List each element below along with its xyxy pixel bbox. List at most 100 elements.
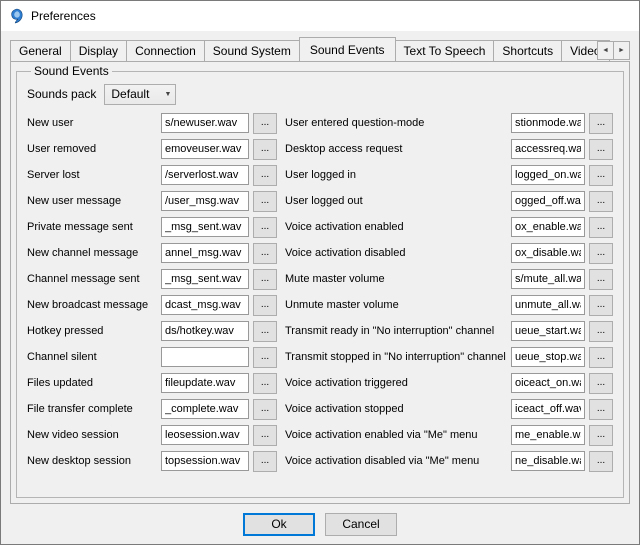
- browse-button[interactable]: ...: [253, 165, 277, 186]
- browse-button[interactable]: ...: [589, 347, 613, 368]
- browse-button[interactable]: ...: [589, 243, 613, 264]
- sound-file-input[interactable]: [511, 243, 585, 263]
- tab-scroll-left-button[interactable]: ◄: [597, 41, 614, 60]
- sound-event-label: New user message: [27, 195, 157, 207]
- sound-event-row: New channel message...: [27, 240, 277, 266]
- tab-general[interactable]: General: [10, 40, 71, 61]
- browse-button[interactable]: ...: [253, 295, 277, 316]
- chevron-down-icon: ▼: [164, 91, 171, 98]
- sound-event-row: New user...: [27, 110, 277, 136]
- sound-file-input[interactable]: [161, 217, 249, 237]
- sound-event-row: Voice activation enabled via "Me" menu..…: [285, 422, 613, 448]
- sound-file-input[interactable]: [511, 217, 585, 237]
- sound-event-row: Voice activation triggered...: [285, 370, 613, 396]
- browse-button[interactable]: ...: [589, 321, 613, 342]
- tab-connection[interactable]: Connection: [126, 40, 205, 61]
- sound-file-input[interactable]: [161, 269, 249, 289]
- sound-file-input[interactable]: [161, 373, 249, 393]
- browse-button[interactable]: ...: [253, 217, 277, 238]
- browse-button[interactable]: ...: [589, 113, 613, 134]
- window-title: Preferences: [31, 9, 96, 23]
- sound-file-input[interactable]: [161, 451, 249, 471]
- sound-event-row: Transmit stopped in "No interruption" ch…: [285, 344, 613, 370]
- sound-file-input[interactable]: [511, 347, 585, 367]
- tab-sound-events[interactable]: Sound Events: [299, 37, 396, 61]
- tab-scroll-right-button[interactable]: ►: [613, 41, 630, 60]
- browse-button[interactable]: ...: [253, 243, 277, 264]
- sound-file-input[interactable]: [511, 425, 585, 445]
- browse-button[interactable]: ...: [589, 373, 613, 394]
- sound-file-input[interactable]: [161, 191, 249, 211]
- tab-text-to-speech[interactable]: Text To Speech: [395, 40, 495, 61]
- sound-file-input[interactable]: [161, 165, 249, 185]
- tab-shortcuts[interactable]: Shortcuts: [493, 40, 562, 61]
- sound-event-row: New broadcast message...: [27, 292, 277, 318]
- tab-display[interactable]: Display: [70, 40, 127, 61]
- sound-event-label: New channel message: [27, 247, 157, 259]
- sound-file-input[interactable]: [161, 425, 249, 445]
- sound-events-group: Sound Events Sounds pack Default ▼ New u…: [16, 64, 624, 498]
- browse-button[interactable]: ...: [253, 347, 277, 368]
- sound-file-input[interactable]: [161, 347, 249, 367]
- tab-pane: Sound Events Sounds pack Default ▼ New u…: [10, 61, 630, 504]
- sound-file-input[interactable]: [511, 399, 585, 419]
- sound-event-row: Desktop access request...: [285, 136, 613, 162]
- sound-event-label: User logged in: [285, 169, 507, 181]
- tab-scroll-buttons: ◄ ►: [598, 41, 630, 60]
- browse-button[interactable]: ...: [589, 451, 613, 472]
- preferences-window: Preferences GeneralDisplayConnectionSoun…: [0, 0, 640, 545]
- sound-event-label: User entered question-mode: [285, 117, 507, 129]
- titlebar: Preferences: [1, 1, 639, 31]
- group-title: Sound Events: [31, 64, 112, 78]
- tab-sound-system[interactable]: Sound System: [204, 40, 300, 61]
- sound-event-row: Server lost...: [27, 162, 277, 188]
- browse-button[interactable]: ...: [589, 165, 613, 186]
- browse-button[interactable]: ...: [589, 269, 613, 290]
- browse-button[interactable]: ...: [253, 399, 277, 420]
- sound-event-label: Voice activation disabled: [285, 247, 507, 259]
- sound-events-columns: New user...User removed...Server lost...…: [27, 110, 613, 474]
- sound-file-input[interactable]: [511, 165, 585, 185]
- sound-file-input[interactable]: [511, 451, 585, 471]
- sound-event-row: Unmute master volume...: [285, 292, 613, 318]
- browse-button[interactable]: ...: [253, 139, 277, 160]
- sound-event-label: User logged out: [285, 195, 507, 207]
- sound-file-input[interactable]: [161, 321, 249, 341]
- sound-file-input[interactable]: [511, 191, 585, 211]
- browse-button[interactable]: ...: [589, 425, 613, 446]
- sound-event-label: New desktop session: [27, 455, 157, 467]
- sound-file-input[interactable]: [161, 139, 249, 159]
- browse-button[interactable]: ...: [253, 269, 277, 290]
- sounds-pack-select[interactable]: Default ▼: [104, 84, 176, 105]
- browse-button[interactable]: ...: [589, 191, 613, 212]
- browse-button[interactable]: ...: [253, 425, 277, 446]
- sound-event-row: New video session...: [27, 422, 277, 448]
- sound-file-input[interactable]: [511, 321, 585, 341]
- sound-file-input[interactable]: [511, 113, 585, 133]
- ok-button[interactable]: Ok: [243, 513, 315, 536]
- sound-event-label: Voice activation disabled via "Me" menu: [285, 455, 507, 467]
- browse-button[interactable]: ...: [589, 139, 613, 160]
- browse-button[interactable]: ...: [253, 321, 277, 342]
- browse-button[interactable]: ...: [589, 295, 613, 316]
- sound-event-label: New user: [27, 117, 157, 129]
- cancel-button[interactable]: Cancel: [325, 513, 397, 536]
- sound-file-input[interactable]: [511, 373, 585, 393]
- sound-file-input[interactable]: [511, 295, 585, 315]
- browse-button[interactable]: ...: [589, 217, 613, 238]
- sound-file-input[interactable]: [511, 139, 585, 159]
- sound-file-input[interactable]: [161, 399, 249, 419]
- sound-file-input[interactable]: [161, 295, 249, 315]
- right-column: User entered question-mode...Desktop acc…: [285, 110, 613, 474]
- browse-button[interactable]: ...: [253, 113, 277, 134]
- sound-file-input[interactable]: [161, 243, 249, 263]
- sound-event-label: Private message sent: [27, 221, 157, 233]
- sound-event-label: Desktop access request: [285, 143, 507, 155]
- sound-file-input[interactable]: [511, 269, 585, 289]
- browse-button[interactable]: ...: [253, 451, 277, 472]
- sound-event-label: File transfer complete: [27, 403, 157, 415]
- browse-button[interactable]: ...: [253, 191, 277, 212]
- browse-button[interactable]: ...: [253, 373, 277, 394]
- sound-file-input[interactable]: [161, 113, 249, 133]
- browse-button[interactable]: ...: [589, 399, 613, 420]
